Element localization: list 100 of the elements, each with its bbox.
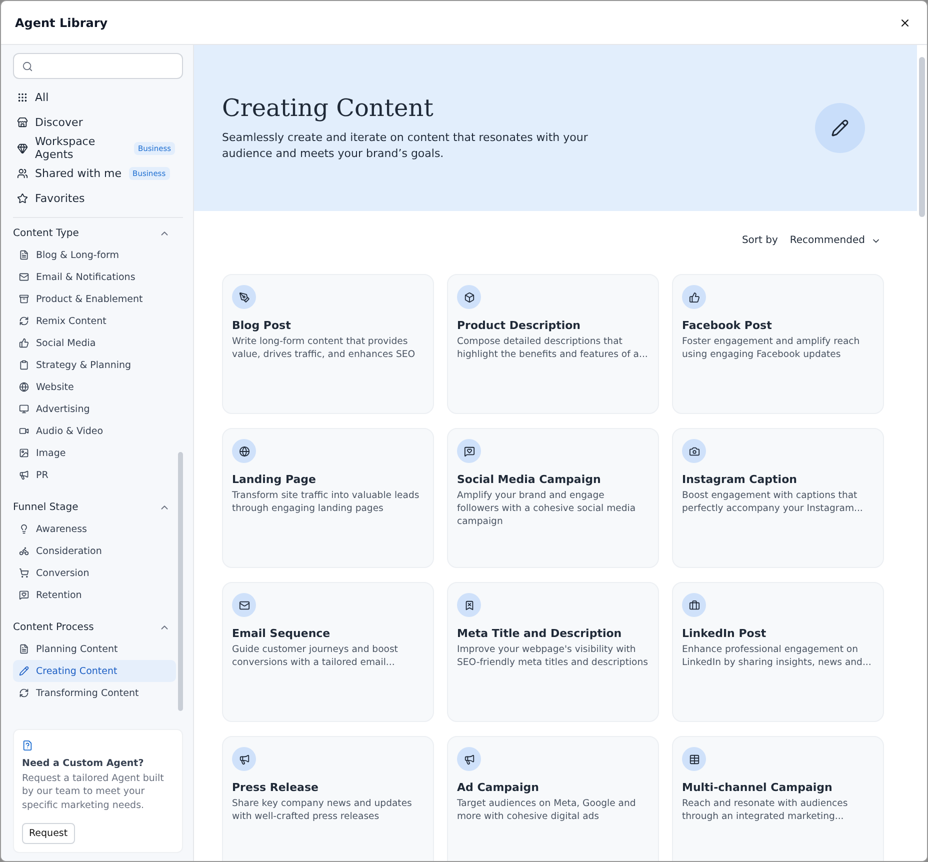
agent-card[interactable]: Ad Campaign Target audiences on Meta, Google and more with cohesive digital ads xyxy=(447,736,659,861)
cart-icon xyxy=(19,568,29,578)
card-description: Boost engagement with captions that perfectly accompany your Instagram... xyxy=(682,489,864,516)
category-item[interactable]: Strategy & Planning xyxy=(13,354,176,376)
pencil-icon xyxy=(815,103,865,153)
globe-icon xyxy=(19,382,29,392)
megaphone-icon xyxy=(19,470,29,480)
section-header[interactable]: Content Process xyxy=(13,616,176,638)
pen-icon xyxy=(232,285,256,309)
card-title: Email Sequence xyxy=(232,627,332,640)
category-item[interactable]: Image xyxy=(13,442,176,464)
card-title: Ad Campaign xyxy=(457,781,540,794)
camera-icon xyxy=(682,439,706,463)
category-item[interactable]: Website xyxy=(13,376,176,398)
mail-icon xyxy=(19,272,29,282)
card-description: Reach and resonate with audiences through an integrated marketing... xyxy=(682,797,849,824)
card-title: LinkedIn Post xyxy=(682,627,768,640)
category-item[interactable]: Audio & Video xyxy=(13,420,176,442)
thumbs-up-icon xyxy=(19,338,29,348)
globe-icon xyxy=(232,439,256,463)
document-icon xyxy=(19,250,29,260)
agent-card[interactable]: Landing Page Transform site traffic into valuable leads through engaging landing pages xyxy=(222,428,434,568)
sort-label: Sort by xyxy=(742,235,778,246)
agent-card[interactable]: Multi-channel Campaign Reach and resonate with audiences through an integrated marketing... xyxy=(672,736,884,861)
document-icon xyxy=(22,740,33,752)
card-title: Instagram Caption xyxy=(682,473,798,486)
card-description: Foster engagement and amplify reach using engaging Facebook updates xyxy=(682,335,861,362)
card-description: Improve your webpage's visibility with SEO-friendly meta titles and descriptions xyxy=(457,643,649,670)
agent-card[interactable]: Facebook Post Foster engagement and amplify reach using engaging Facebook updates xyxy=(672,274,884,414)
agent-card[interactable]: Instagram Caption Boost engagement with captions that perfectly accompany your Instagram... xyxy=(672,428,884,568)
promo-title: Need a Custom Agent? xyxy=(22,758,145,770)
box-icon xyxy=(457,285,481,309)
image-icon xyxy=(19,448,29,458)
window-title: Agent Library xyxy=(15,16,108,30)
promo-text: Request a tailored Agent built by our team to meet your specific marketing needs. xyxy=(22,772,165,812)
agent-card[interactable]: Blog Post Write long-form content that provides value, drives traffic, and enhances SEO xyxy=(222,274,434,414)
card-description: Compose detailed descriptions that highlight the benefits and features of a... xyxy=(457,335,649,362)
nav-item[interactable]: Discover xyxy=(13,110,183,135)
category-item[interactable]: PR xyxy=(13,464,176,486)
grid-icon xyxy=(17,92,28,103)
agent-card[interactable]: Social Media Campaign Amplify your brand and engage followers with a cohesive social media campaign xyxy=(447,428,659,568)
card-description: Amplify your brand and engage followers with a cohesive social media campaign xyxy=(457,489,637,528)
sort-dropdown[interactable]: Recommended xyxy=(790,235,881,246)
nav-item[interactable]: All xyxy=(13,85,183,110)
card-title: Product Description xyxy=(457,319,582,332)
store-icon xyxy=(17,117,28,128)
card-title: Meta Title and Description xyxy=(457,627,623,640)
card-title: Press Release xyxy=(232,781,320,794)
table-icon xyxy=(682,747,706,771)
nav-item[interactable]: Favorites xyxy=(13,186,183,212)
card-description: Guide customer journeys and boost conversions with a tailored email... xyxy=(232,643,399,670)
category-item[interactable]: Conversion xyxy=(13,562,176,584)
card-description: Enhance professional engagement on LinkedIn by sharing insights, news and... xyxy=(682,643,872,670)
search-icon xyxy=(22,60,33,72)
card-description: Target audiences on Meta, Google and more with cohesive digital ads xyxy=(457,797,637,824)
agent-card[interactable]: Email Sequence Guide customer journeys and boost conversions with a tailored email... xyxy=(222,582,434,722)
agent-card[interactable]: Product Description Compose detailed descriptions that highlight the benefits and features of a... xyxy=(447,274,659,414)
monitor-icon xyxy=(19,404,29,414)
category-item[interactable]: Social Media xyxy=(13,332,176,354)
bike-icon xyxy=(19,546,29,556)
card-description: Write long-form content that provides value, drives traffic, and enhances SEO xyxy=(232,335,416,362)
category-item[interactable]: Awareness xyxy=(13,518,176,540)
mail-icon xyxy=(232,593,256,617)
megaphone-icon xyxy=(232,747,256,771)
category-item[interactable]: Advertising xyxy=(13,398,176,420)
lightbulb-icon xyxy=(19,524,29,534)
hero-subtitle: Seamlessly create and iterate on content that resonates with your audience and meets your brand’s goals. xyxy=(222,130,589,162)
briefcase-icon xyxy=(682,593,706,617)
agent-card[interactable]: Meta Title and Description Improve your webpage's visibility with SEO-friendly meta titles and descriptions xyxy=(447,582,659,722)
gem-icon xyxy=(17,142,28,154)
card-title: Social Media Campaign xyxy=(457,473,602,486)
category-item[interactable]: Remix Content xyxy=(13,310,176,332)
section-header[interactable]: Funnel Stage xyxy=(13,496,176,518)
category-item[interactable]: Planning Content xyxy=(13,638,176,660)
category-item[interactable]: Creating Content xyxy=(13,660,176,682)
agent-card[interactable]: LinkedIn Post Enhance professional engagement on LinkedIn by sharing insights, news and... xyxy=(672,582,884,722)
category-item[interactable]: Product & Enablement xyxy=(13,288,176,310)
clipboard-icon xyxy=(19,360,29,370)
video-icon xyxy=(19,426,29,436)
thumbs-up-icon xyxy=(682,285,706,309)
archive-icon xyxy=(19,294,29,304)
card-title: Multi-channel Campaign xyxy=(682,781,834,794)
document-icon xyxy=(19,644,29,654)
card-description: Share key company news and updates with well-crafted press releases xyxy=(232,797,413,824)
card-title: Facebook Post xyxy=(682,319,773,332)
search-field[interactable] xyxy=(13,53,183,79)
section-header[interactable]: Content Type xyxy=(13,222,176,244)
card-title: Blog Post xyxy=(232,319,292,332)
category-item[interactable]: Retention xyxy=(13,584,176,606)
close-icon xyxy=(899,16,911,28)
card-description: Transform site traffic into valuable leads through engaging landing pages xyxy=(232,489,420,516)
pencil-icon xyxy=(19,666,29,676)
category-item[interactable]: Blog & Long-form xyxy=(13,244,176,266)
category-item[interactable]: Consideration xyxy=(13,540,176,562)
category-item[interactable]: Transforming Content xyxy=(13,682,176,704)
category-item[interactable]: Email & Notifications xyxy=(13,266,176,288)
refresh-icon xyxy=(19,688,29,698)
hero-title: Creating Content xyxy=(222,94,434,122)
agent-card[interactable]: Press Release Share key company news and updates with well-crafted press releases xyxy=(222,736,434,861)
request-button[interactable]: Request xyxy=(22,823,75,844)
